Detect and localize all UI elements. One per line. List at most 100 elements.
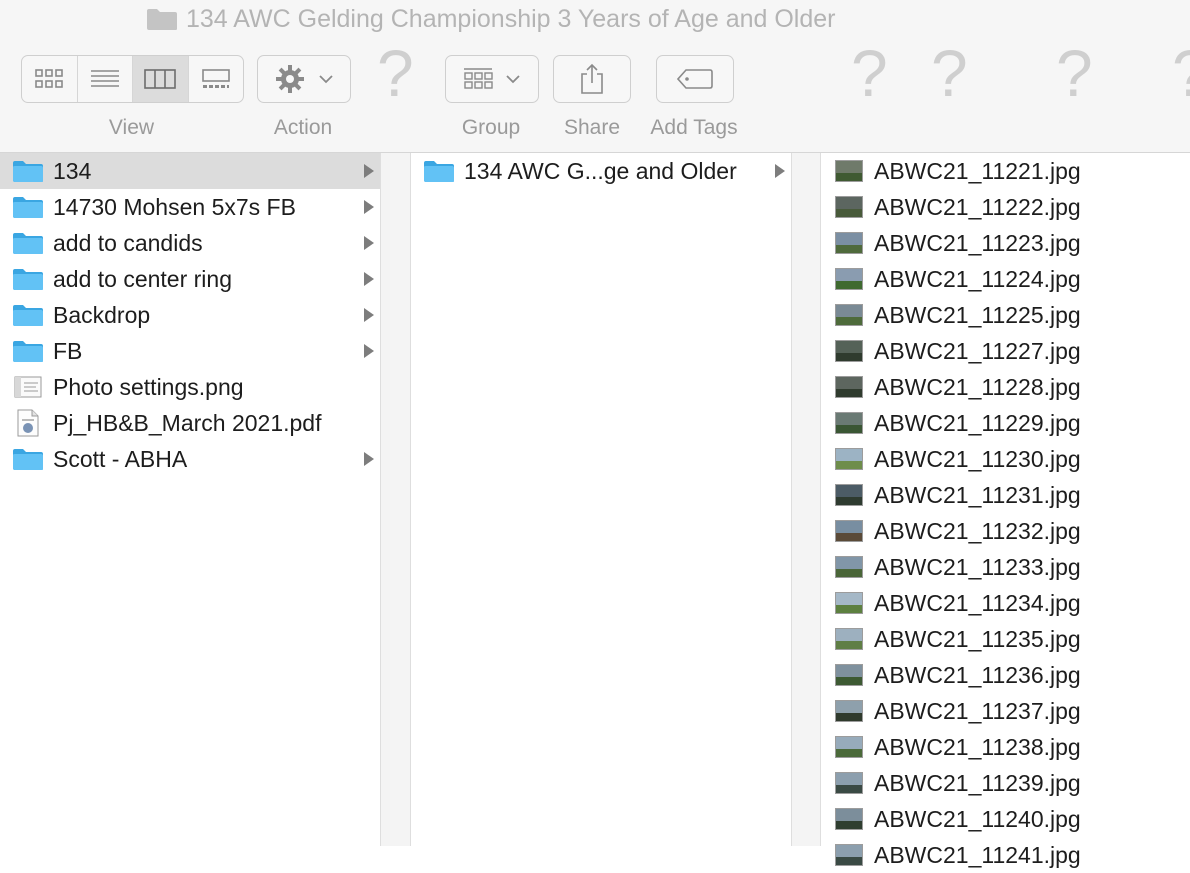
- folder-item[interactable]: Backdrop: [0, 297, 380, 333]
- gear-icon: [276, 65, 304, 93]
- image-thumbnail-icon: [833, 626, 865, 652]
- share-label: Share: [563, 116, 621, 139]
- folder-icon: [13, 341, 43, 362]
- image-thumbnail: [835, 844, 863, 866]
- icon-view-button[interactable]: [22, 56, 78, 102]
- file-item[interactable]: ABWC21_11234.jpg: [821, 585, 1190, 621]
- folder-item[interactable]: Scott - ABHA: [0, 441, 380, 477]
- action-button[interactable]: [257, 55, 351, 103]
- image-file-icon: [14, 376, 42, 398]
- folder-icon: [13, 197, 43, 218]
- item-label: 134 AWC G...ge and Older: [464, 157, 737, 184]
- unknown-toolbar-item-icon[interactable]: ?: [377, 40, 414, 106]
- disclosure-arrow-icon: [775, 164, 785, 178]
- share-icon: [581, 63, 603, 94]
- image-thumbnail-icon: [833, 482, 865, 508]
- file-item[interactable]: ABWC21_11237.jpg: [821, 693, 1190, 729]
- file-item[interactable]: ABWC21_11232.jpg: [821, 513, 1190, 549]
- share-button[interactable]: [553, 55, 631, 103]
- item-label: ABWC21_11238.jpg: [874, 733, 1081, 760]
- unknown-toolbar-item-icon[interactable]: ?: [1172, 40, 1190, 106]
- disclosure-arrow-icon: [364, 236, 374, 250]
- disclosure-arrow-icon: [364, 308, 374, 322]
- file-item[interactable]: ABWC21_11231.jpg: [821, 477, 1190, 513]
- image-thumbnail: [835, 232, 863, 254]
- folder-icon: [12, 194, 44, 220]
- image-thumbnail-icon: [833, 230, 865, 256]
- folder-icon: [147, 9, 177, 30]
- group-button[interactable]: [445, 55, 539, 103]
- file-item[interactable]: ABWC21_11240.jpg: [821, 801, 1190, 837]
- column-1: 134 14730 Mohsen 5x7s FB add to candids add…: [0, 153, 381, 846]
- file-item[interactable]: ABWC21_11222.jpg: [821, 189, 1190, 225]
- folder-item[interactable]: FB: [0, 333, 380, 369]
- image-thumbnail-icon: [833, 266, 865, 292]
- unknown-toolbar-item-icon[interactable]: ?: [931, 40, 968, 106]
- view-mode-control[interactable]: [21, 55, 244, 103]
- pdf-file-icon: [12, 409, 44, 437]
- file-item[interactable]: ABWC21_11241.jpg: [821, 837, 1190, 873]
- folder-icon: [423, 158, 455, 184]
- file-item[interactable]: ABWC21_11239.jpg: [821, 765, 1190, 801]
- unknown-toolbar-item-icon[interactable]: ?: [851, 40, 888, 106]
- file-item[interactable]: Pj_HB&B_March 2021.pdf: [0, 405, 380, 441]
- file-item[interactable]: ABWC21_11238.jpg: [821, 729, 1190, 765]
- image-thumbnail: [835, 808, 863, 830]
- gallery-view-button[interactable]: [189, 56, 244, 102]
- image-thumbnail: [835, 592, 863, 614]
- folder-item[interactable]: 134 AWC G...ge and Older: [411, 153, 791, 189]
- image-thumbnail: [835, 376, 863, 398]
- folder-item[interactable]: 134: [0, 153, 380, 189]
- image-thumbnail-icon: [833, 770, 865, 796]
- image-thumbnail-icon: [833, 410, 865, 436]
- column-divider[interactable]: [381, 153, 410, 846]
- file-item[interactable]: ABWC21_11224.jpg: [821, 261, 1190, 297]
- pdf-file-icon: [17, 409, 39, 437]
- folder-icon: [13, 233, 43, 254]
- view-label: View: [108, 116, 155, 139]
- file-item[interactable]: Photo settings.png: [0, 369, 380, 405]
- add-tags-button[interactable]: [656, 55, 734, 103]
- item-label: 134: [53, 157, 92, 184]
- gallery-view-icon: [201, 69, 230, 88]
- folder-item[interactable]: add to candids: [0, 225, 380, 261]
- folder-item[interactable]: 14730 Mohsen 5x7s FB: [0, 189, 380, 225]
- image-thumbnail: [835, 556, 863, 578]
- folder-icon: [13, 305, 43, 326]
- item-label: ABWC21_11239.jpg: [874, 769, 1081, 796]
- item-label: ABWC21_11233.jpg: [874, 553, 1081, 580]
- image-thumbnail: [835, 484, 863, 506]
- window-title: 134 AWC Gelding Championship 3 Years of …: [146, 3, 836, 35]
- file-item[interactable]: ABWC21_11228.jpg: [821, 369, 1190, 405]
- item-label: ABWC21_11225.jpg: [874, 301, 1081, 328]
- chevron-down-icon: [506, 75, 520, 84]
- column-view-button[interactable]: [133, 56, 189, 102]
- group-icon: [464, 68, 493, 89]
- image-thumbnail-icon: [833, 698, 865, 724]
- item-label: ABWC21_11227.jpg: [874, 337, 1081, 364]
- file-item[interactable]: ABWC21_11230.jpg: [821, 441, 1190, 477]
- file-item[interactable]: ABWC21_11236.jpg: [821, 657, 1190, 693]
- image-thumbnail-icon: [833, 554, 865, 580]
- folder-icon: [13, 449, 43, 470]
- image-thumbnail-icon: [833, 374, 865, 400]
- unknown-toolbar-item-icon[interactable]: ?: [1056, 40, 1093, 106]
- folder-item[interactable]: add to center ring: [0, 261, 380, 297]
- file-item[interactable]: ABWC21_11223.jpg: [821, 225, 1190, 261]
- file-item[interactable]: ABWC21_11229.jpg: [821, 405, 1190, 441]
- file-item[interactable]: ABWC21_11225.jpg: [821, 297, 1190, 333]
- file-item[interactable]: ABWC21_11227.jpg: [821, 333, 1190, 369]
- image-thumbnail-icon: [833, 806, 865, 832]
- item-label: Scott - ABHA: [53, 445, 188, 472]
- image-thumbnail-icon: [833, 446, 865, 472]
- item-label: ABWC21_11230.jpg: [874, 445, 1081, 472]
- file-item[interactable]: ABWC21_11221.jpg: [821, 153, 1190, 189]
- file-item[interactable]: ABWC21_11233.jpg: [821, 549, 1190, 585]
- image-thumbnail: [835, 448, 863, 470]
- item-label: ABWC21_11224.jpg: [874, 265, 1081, 292]
- list-view-button[interactable]: [78, 56, 133, 102]
- image-thumbnail: [835, 412, 863, 434]
- disclosure-arrow-icon: [364, 164, 374, 178]
- column-divider[interactable]: [791, 153, 820, 846]
- file-item[interactable]: ABWC21_11235.jpg: [821, 621, 1190, 657]
